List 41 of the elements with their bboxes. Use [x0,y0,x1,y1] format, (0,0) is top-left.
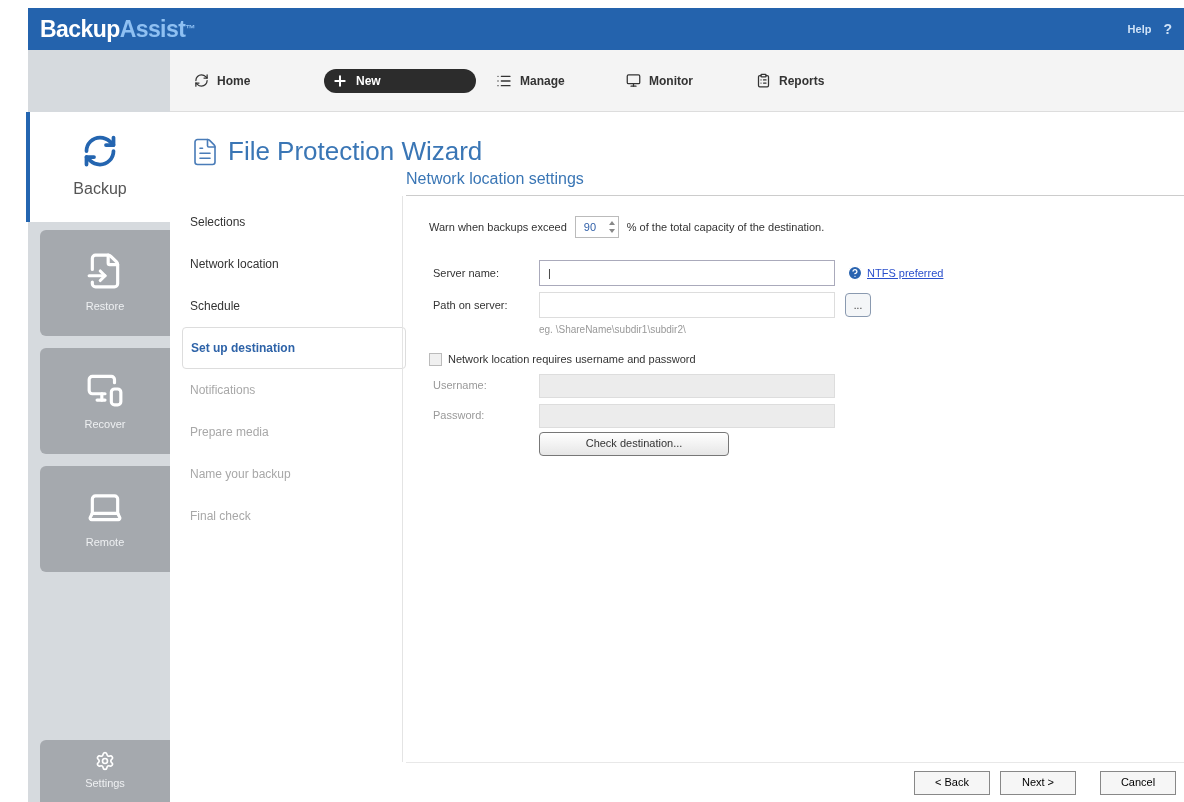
help-link[interactable]: Help [1127,20,1152,38]
spinner-arrows-icon[interactable] [607,220,616,234]
wizard-button[interactable]: Cancel [1100,770,1176,795]
input-field[interactable] [539,292,835,318]
wizard-button[interactable]: Next > [1000,770,1076,795]
wizard-button[interactable]: < Back [914,770,990,795]
warn-label: Warn when backups exceed [429,219,567,235]
clipboard-icon [756,73,771,88]
plus-icon [332,72,348,89]
wizard-step[interactable]: Schedule [182,285,406,327]
app-logo: BackupAssist$^{™}$ [40,14,195,44]
browse-button[interactable]: ... [845,293,871,317]
nav-tab[interactable]: New [324,68,476,93]
field-label: Password: [432,408,486,424]
check-destination-button[interactable]: Check destination... [539,431,729,456]
input-field[interactable]: | [539,260,835,286]
settings-icon [95,750,115,771]
warn-label: % of the total capacity of the destination. [626,219,825,235]
wizard-step[interactable]: Set up destination [182,327,406,369]
nav-tab[interactable]: Manage [496,68,606,93]
wizard-title: File Protection Wizard [228,135,483,168]
refresh-icon [194,73,209,88]
nav-tab[interactable]: Reports [756,68,866,93]
field-label: Username: [432,378,488,394]
percent-spinner[interactable]: 90 [574,216,619,238]
help-icon [847,265,863,281]
field-label: Path on server: [432,297,509,313]
ntfs-link[interactable]: NTFS preferred [867,264,944,282]
field-label: Server name: [432,265,501,281]
wizard-step[interactable]: Network location [182,243,406,285]
checkbox-label: Network location requires username and password [448,352,696,367]
help-icon[interactable]: ? [1163,18,1172,40]
sidebar-item[interactable]: Backup [26,112,170,222]
monitor-icon [626,73,641,88]
nav-tab[interactable]: Home [194,68,304,93]
path-hint: eg. \ShareName\subdir1\subdir2\ [539,323,687,337]
nav-tab[interactable]: Monitor [626,68,736,93]
section-title: Network location settings [406,167,1184,196]
refresh-icon [82,133,118,169]
wizard-step[interactable]: Selections [182,201,406,243]
checkbox[interactable] [429,352,442,366]
